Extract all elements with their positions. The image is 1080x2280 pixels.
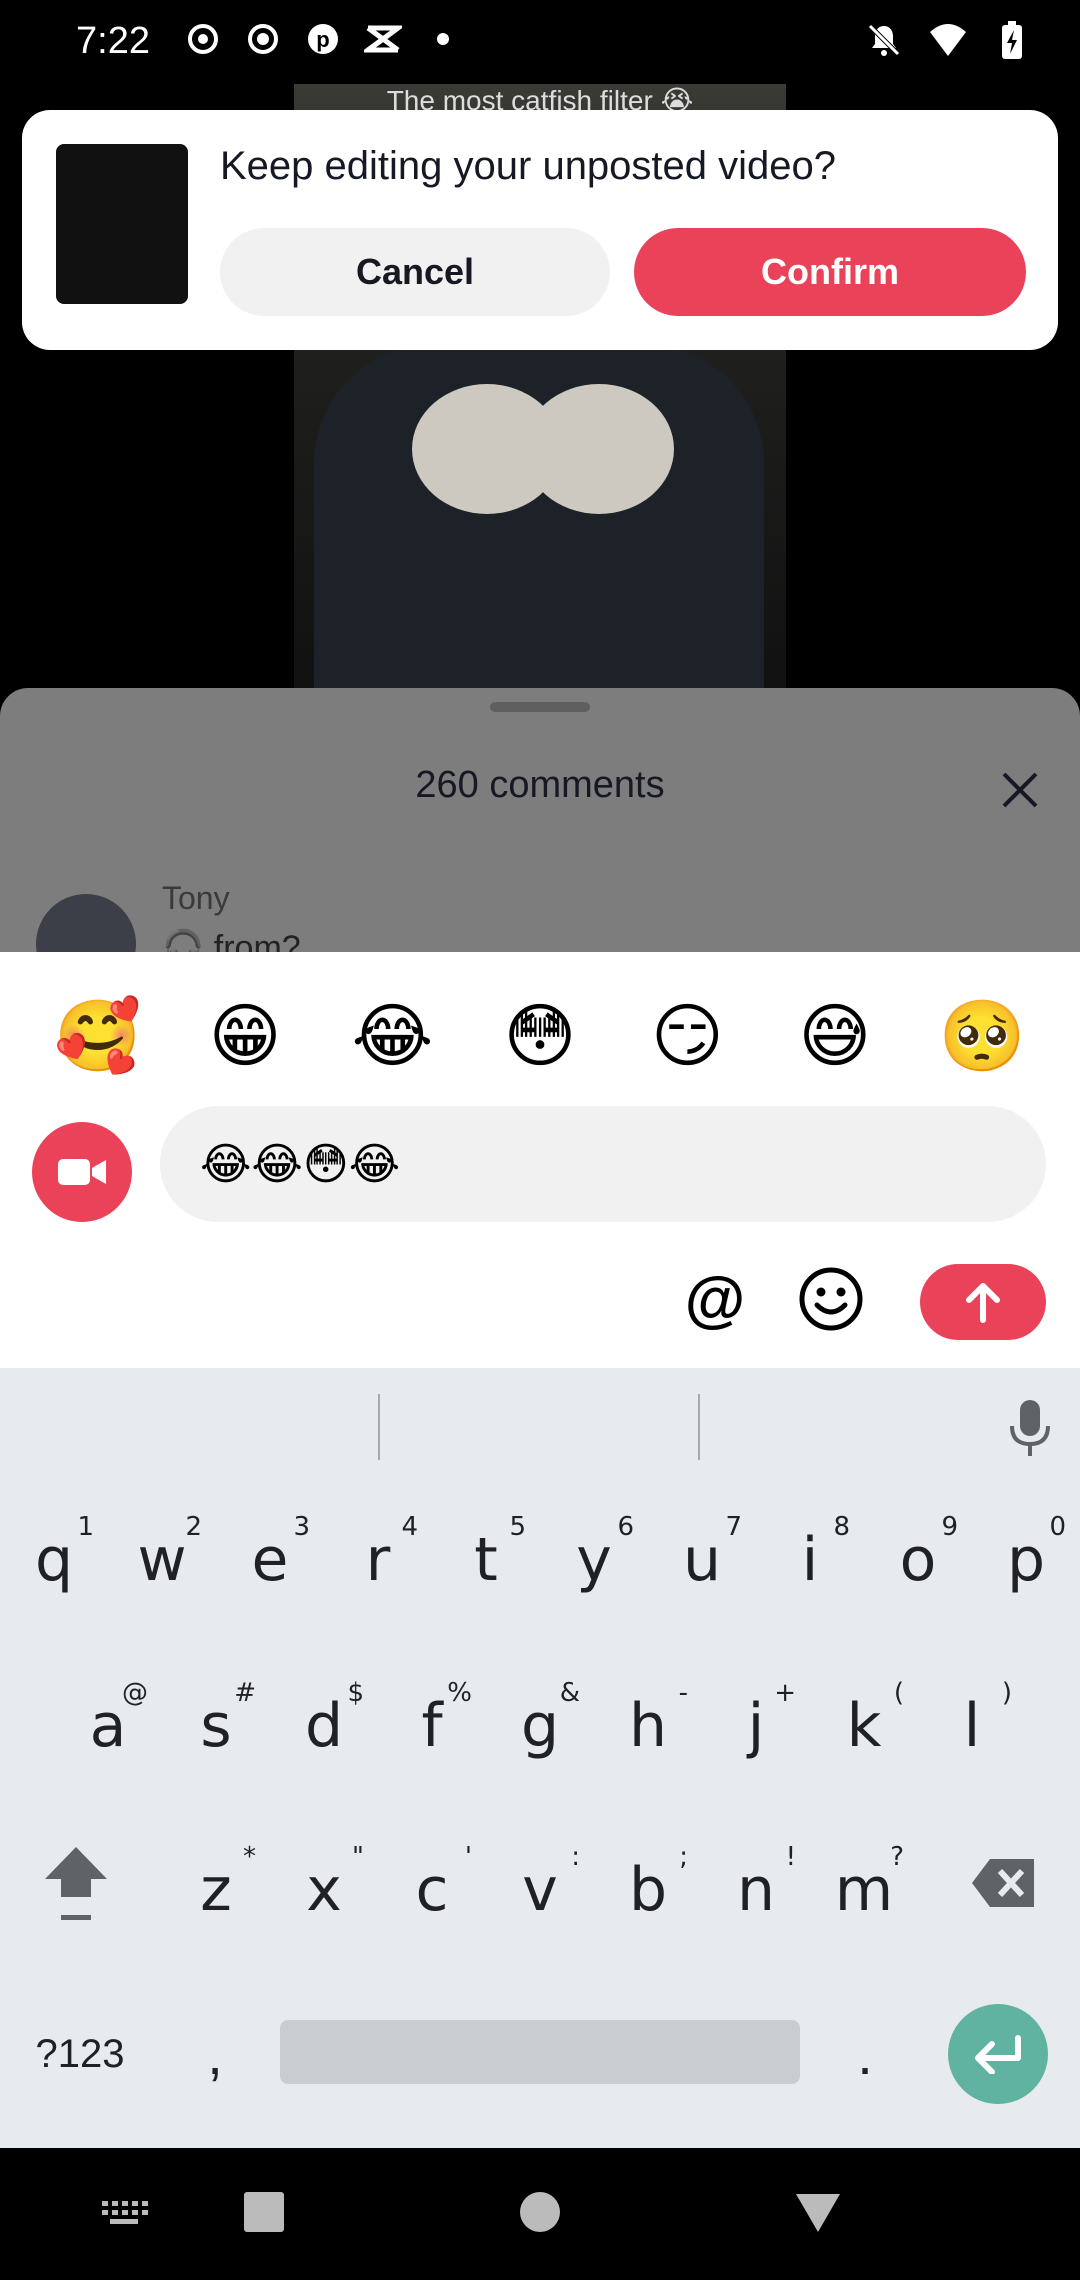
backspace-key[interactable]: [964, 1848, 1044, 1918]
key-a[interactable]: a @: [58, 1656, 158, 1796]
period-key[interactable]: .: [830, 2004, 900, 2104]
quick-emoji-row: 🥰 😁 😂 😳 😏 😅 🥺: [0, 988, 1080, 1084]
key-d[interactable]: d $: [274, 1656, 374, 1796]
key-c[interactable]: c ': [382, 1820, 482, 1960]
space-key[interactable]: [280, 2020, 800, 2084]
threads-icon: [184, 20, 222, 58]
emoji-picker-button[interactable]: [796, 1264, 866, 1334]
key-s[interactable]: s #: [166, 1656, 266, 1796]
soft-keyboard: q1 w2 e3 r4 t5 y6 u7 i8 o9 p0 a @ s # d $ f…: [0, 1368, 1080, 2148]
microphone-icon[interactable]: [1008, 1398, 1052, 1458]
key-k[interactable]: k(: [814, 1656, 914, 1796]
close-icon[interactable]: [1000, 770, 1040, 810]
record-icon: [244, 20, 282, 58]
key-b[interactable]: b;: [598, 1820, 698, 1960]
key-i[interactable]: i8: [760, 1490, 860, 1630]
dialog-title: Keep editing your unposted video?: [220, 144, 837, 188]
mute-notification-icon: [864, 20, 904, 60]
emoji-smirk[interactable]: 😏: [639, 988, 735, 1084]
emoji-flushed[interactable]: 😳: [492, 988, 588, 1084]
video-reply-button[interactable]: [32, 1122, 132, 1222]
keep-editing-dialog: Keep editing your unposted video? Cancel…: [22, 110, 1058, 350]
key-l[interactable]: l): [922, 1656, 1022, 1796]
smiley-icon: [799, 1267, 863, 1331]
shift-icon: [45, 1847, 107, 1920]
notification-icons: p: [184, 20, 462, 58]
comments-sheet: 260 comments Tony 🎧 from?: [0, 688, 1080, 952]
comment-username[interactable]: Tony: [162, 880, 230, 917]
comment-text: 🎧 from?: [162, 929, 301, 952]
key-q[interactable]: q1: [4, 1490, 104, 1630]
back-icon[interactable]: [788, 2182, 848, 2242]
emoji-pleading[interactable]: 🥺: [934, 988, 1030, 1084]
symbols-key[interactable]: ?123: [20, 2004, 140, 2104]
system-icons: [864, 20, 1032, 60]
enter-icon: [975, 2035, 1021, 2074]
sheet-drag-handle[interactable]: [490, 702, 590, 712]
dot-icon: [424, 20, 462, 58]
video-camera-icon: [58, 1159, 106, 1185]
key-o[interactable]: o9: [868, 1490, 968, 1630]
cancel-button[interactable]: Cancel: [220, 228, 610, 316]
recents-icon[interactable]: [234, 2182, 294, 2242]
key-z[interactable]: z *: [166, 1820, 266, 1960]
pinterest-icon: p: [304, 20, 342, 58]
comma-key[interactable]: ,: [180, 2004, 250, 2104]
status-bar: 7:22 p: [0, 0, 1080, 84]
capcut-icon: [364, 20, 402, 58]
key-g[interactable]: g &: [490, 1656, 590, 1796]
arrow-up-icon: [966, 1283, 1000, 1323]
emoji-sweat-smile[interactable]: 😅: [787, 988, 883, 1084]
draft-thumbnail: [56, 144, 188, 304]
suggestion-divider: [378, 1394, 380, 1460]
emoji-smiling-hearts[interactable]: 🥰: [50, 988, 146, 1084]
mention-button[interactable]: @: [680, 1264, 750, 1334]
battery-icon: [992, 20, 1032, 60]
enter-key[interactable]: [948, 2004, 1048, 2104]
key-m[interactable]: m?: [814, 1820, 914, 1960]
key-x[interactable]: x ": [274, 1820, 374, 1960]
svg-text:p: p: [316, 27, 329, 52]
keyboard-switch-icon[interactable]: [94, 2182, 154, 2242]
key-f[interactable]: f%: [382, 1656, 482, 1796]
status-time: 7:22: [76, 20, 150, 62]
key-j[interactable]: j +: [706, 1656, 806, 1796]
key-n[interactable]: n!: [706, 1820, 806, 1960]
home-icon[interactable]: [510, 2182, 570, 2242]
key-h[interactable]: h-: [598, 1656, 698, 1796]
wifi-icon: [928, 20, 968, 60]
key-y[interactable]: y6: [544, 1490, 644, 1630]
key-r[interactable]: r4: [328, 1490, 428, 1630]
backspace-icon: [972, 1859, 1034, 1907]
comment-composer: 🥰 😁 😂 😳 😏 😅 🥺 😂😂😳😂 @: [0, 952, 1080, 1368]
key-v[interactable]: v:: [490, 1820, 590, 1960]
confirm-button[interactable]: Confirm: [634, 228, 1026, 316]
suggestion-divider: [698, 1394, 700, 1460]
comment-input[interactable]: 😂😂😳😂: [160, 1106, 1046, 1222]
shift-key[interactable]: [28, 1838, 124, 1934]
key-w[interactable]: w2: [112, 1490, 212, 1630]
key-t[interactable]: t5: [436, 1490, 536, 1630]
emoji-grin[interactable]: 😁: [197, 988, 293, 1084]
emoji-joy[interactable]: 😂: [345, 988, 441, 1084]
key-e[interactable]: e3: [220, 1490, 320, 1630]
key-p[interactable]: p0: [976, 1490, 1076, 1630]
suggestion-bar: [0, 1368, 1080, 1478]
video-headphones-right: [524, 384, 674, 514]
comments-count-title: 260 comments: [415, 764, 665, 806]
send-button[interactable]: [920, 1264, 1046, 1340]
system-nav-bar: [0, 2148, 1080, 2280]
avatar[interactable]: [36, 894, 136, 952]
key-u[interactable]: u7: [652, 1490, 752, 1630]
video-subject: [314, 344, 764, 690]
